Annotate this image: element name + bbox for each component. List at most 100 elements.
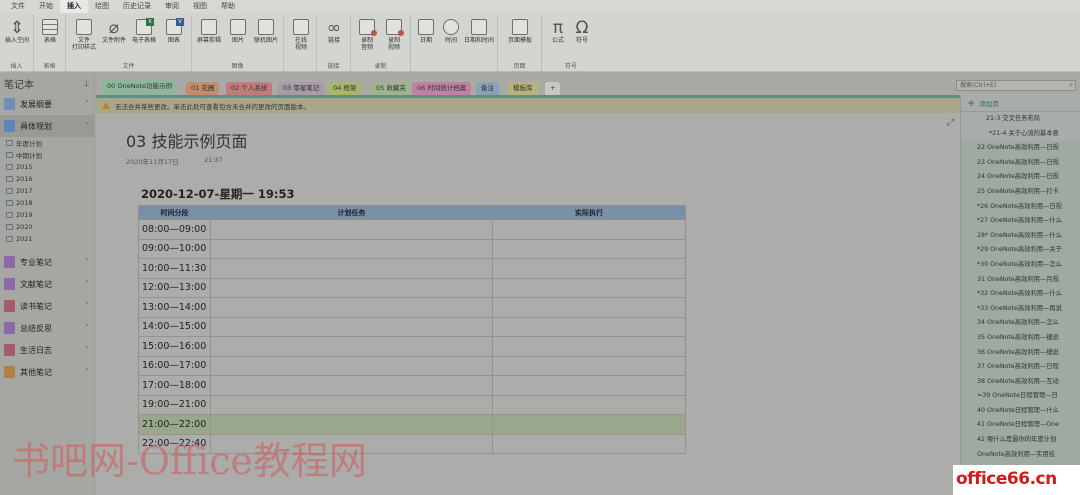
add-page-button[interactable]: + 添加页 — [961, 95, 1080, 112]
page-list-item[interactable]: *32 OneNote高效利用—什么 — [961, 287, 1080, 302]
online-video-button[interactable]: 在线 视频 — [287, 19, 315, 51]
table-row[interactable]: 13:00—14:00 — [138, 297, 686, 318]
actual-cell[interactable] — [492, 433, 686, 454]
menu-item[interactable]: 绘图 — [88, 0, 116, 13]
page-list-item[interactable]: 24 OneNote高效利用—日规 — [961, 170, 1080, 185]
menu-item[interactable]: 历史记录 — [116, 0, 158, 13]
chevron-up-icon[interactable]: ˄ — [86, 122, 90, 130]
actual-cell[interactable] — [492, 355, 686, 376]
date-time-button[interactable]: 日期和时间 — [464, 19, 494, 44]
online-pictures-button[interactable]: 联机图片 — [252, 19, 280, 44]
plan-cell[interactable] — [210, 297, 493, 318]
section-tab[interactable]: 06 时间统计档案 — [412, 82, 472, 95]
time-slot-cell[interactable]: 09:00—10:00 — [138, 238, 211, 259]
record-audio-button[interactable]: 录制 音频 — [353, 19, 381, 51]
plan-cell[interactable] — [210, 277, 493, 298]
section-item[interactable]: 2018 — [0, 197, 94, 209]
symbol-button[interactable]: Ω 符号 — [568, 19, 596, 44]
page-list-item[interactable]: 23 OneNote高效利用—日规 — [961, 155, 1080, 171]
file-printout-button[interactable]: 文件 打印样式 — [70, 19, 98, 51]
menu-item[interactable]: 文件 — [4, 0, 32, 13]
chevron-down-icon[interactable]: ˅ — [86, 100, 90, 108]
notebook-item[interactable]: 读书笔记 ˅ — [0, 295, 94, 317]
notebook-item[interactable]: 文献笔记 ˅ — [0, 273, 94, 295]
plan-cell[interactable] — [210, 375, 493, 396]
page-list-item[interactable]: 28* OneNote高效利用—什么 — [961, 228, 1080, 244]
menu-item[interactable]: 插入 — [60, 0, 88, 13]
plan-cell[interactable] — [210, 238, 493, 259]
page-title[interactable]: 03 技能示例页面 — [126, 128, 247, 152]
time-slot-cell[interactable]: 10:00—11:30 — [138, 258, 211, 279]
section-item[interactable]: 2020 — [0, 221, 94, 233]
page-list-item[interactable]: 34 OneNote高效利用—怎么 — [961, 316, 1080, 331]
table-row[interactable]: 16:00—17:00 — [138, 355, 686, 376]
page-list-item[interactable]: =39 OneNote日程管理—日 — [961, 389, 1080, 404]
table-row[interactable]: 12:00—13:00 — [138, 277, 686, 298]
table-row[interactable]: 14:00—15:00 — [138, 316, 686, 337]
chevron-down-icon[interactable]: ˅ — [86, 302, 90, 310]
notebook-item[interactable]: 发展纲要 ˅ — [0, 93, 94, 115]
page-list-item[interactable]: 31 OneNote高效利用—月规 — [961, 272, 1080, 288]
table-row[interactable]: 08:00—09:00 — [138, 219, 686, 240]
notebook-item[interactable]: 总结反思 ˅ — [0, 317, 94, 339]
notebook-item[interactable]: 专业笔记 ˅ — [0, 251, 94, 273]
section-tab[interactable]: 04 框架 — [328, 82, 362, 95]
time-slot-cell[interactable]: 12:00—13:00 — [138, 277, 211, 298]
chevron-down-icon[interactable]: ˅ — [86, 258, 90, 266]
table-header-actual[interactable]: 实际执行 — [492, 205, 686, 220]
time-slot-cell[interactable]: 13:00—14:00 — [138, 297, 211, 318]
plan-cell[interactable] — [210, 258, 493, 279]
page-list-item[interactable]: 36 OneNote高效利用—细说 — [961, 345, 1080, 361]
table-header-plan[interactable]: 计划任务 — [210, 205, 493, 220]
plan-cell[interactable] — [210, 336, 493, 357]
section-item[interactable]: 2017 — [0, 185, 94, 197]
add-section-tab[interactable]: + — [545, 82, 561, 95]
page-templates-button[interactable]: 页面模板 — [506, 19, 534, 44]
notebook-item[interactable]: 其他笔记 ˅ — [0, 361, 94, 383]
actual-cell[interactable] — [492, 336, 686, 357]
actual-cell[interactable] — [492, 316, 686, 337]
spreadsheet-button[interactable]: X 电子表格 — [130, 18, 158, 44]
section-tab[interactable]: 02 个人系统 — [226, 82, 273, 95]
menu-item[interactable]: 审阅 — [158, 0, 186, 13]
section-item[interactable]: 2015 — [0, 161, 94, 173]
notebook-item[interactable]: 具体规划 ˄ — [0, 115, 94, 137]
table-button[interactable]: 表格 — [36, 19, 64, 44]
page-list-item[interactable]: 40 OneNote日程管理—什么 — [961, 403, 1080, 419]
insert-space-button[interactable]: ⇕ 插入空间 — [3, 19, 31, 44]
record-video-button[interactable]: 录制 视频 — [380, 19, 408, 51]
plan-cell[interactable] — [210, 316, 493, 337]
page-list-item[interactable]: OneNote高效利用—实用技 — [961, 447, 1080, 463]
section-tab[interactable]: 模板库 — [508, 82, 538, 95]
page-list-item[interactable]: 37 OneNote高效利用—日程 — [961, 360, 1080, 375]
section-item[interactable]: 2021 — [0, 233, 94, 245]
page-list-item[interactable]: 25 OneNote高效利用—打卡 — [961, 184, 1080, 200]
page-list-item[interactable]: *29 OneNote高效利用—关于 — [961, 243, 1080, 258]
merge-notice-bar[interactable]: 无法合并某些更改。单击此处可查看包含未合并的更改的页面版本。 — [96, 98, 960, 113]
table-row[interactable]: 19:00—21:00 — [138, 394, 686, 415]
table-row[interactable]: 09:00—10:00 — [138, 238, 686, 259]
search-input[interactable]: 搜索(Ctrl+E) ⌕ — [956, 80, 1076, 91]
time-slot-cell[interactable]: 15:00—16:00 — [138, 336, 211, 357]
page-list-item[interactable]: *21-4 关于心流的基本意 — [961, 127, 1080, 142]
expand-icon[interactable]: ⤢ — [947, 118, 954, 128]
notebook-item[interactable]: 生活日志 ˅ — [0, 339, 94, 361]
actual-cell[interactable] — [492, 258, 686, 279]
chevron-down-icon[interactable]: ˅ — [86, 368, 90, 376]
page-list-item[interactable]: 21-3 交叉任务布局 — [961, 112, 1080, 127]
plan-cell[interactable] — [210, 219, 493, 240]
plan-cell[interactable] — [210, 394, 493, 415]
screen-clipping-button[interactable]: 屏幕剪辑 — [195, 19, 223, 44]
section-item[interactable]: 年度计划 — [0, 137, 94, 149]
actual-cell[interactable] — [492, 238, 686, 259]
date-button[interactable]: 日期 — [412, 19, 440, 44]
link-button[interactable]: ∞ 链接 — [320, 19, 348, 44]
chevron-down-icon[interactable]: ˅ — [86, 280, 90, 288]
schedule-heading[interactable]: 2020-12-07-星期一 19:53 — [141, 186, 294, 202]
chevron-down-icon[interactable]: ˅ — [86, 346, 90, 354]
page-list-item[interactable]: 38 OneNote高效利用—互动 — [961, 374, 1080, 390]
table-row[interactable]: 15:00—16:00 — [138, 336, 686, 357]
page-list-item[interactable]: *30 OneNote高效利用—怎么 — [961, 257, 1080, 273]
section-item[interactable]: 2016 — [0, 173, 94, 185]
menu-item[interactable]: 帮助 — [214, 0, 242, 13]
